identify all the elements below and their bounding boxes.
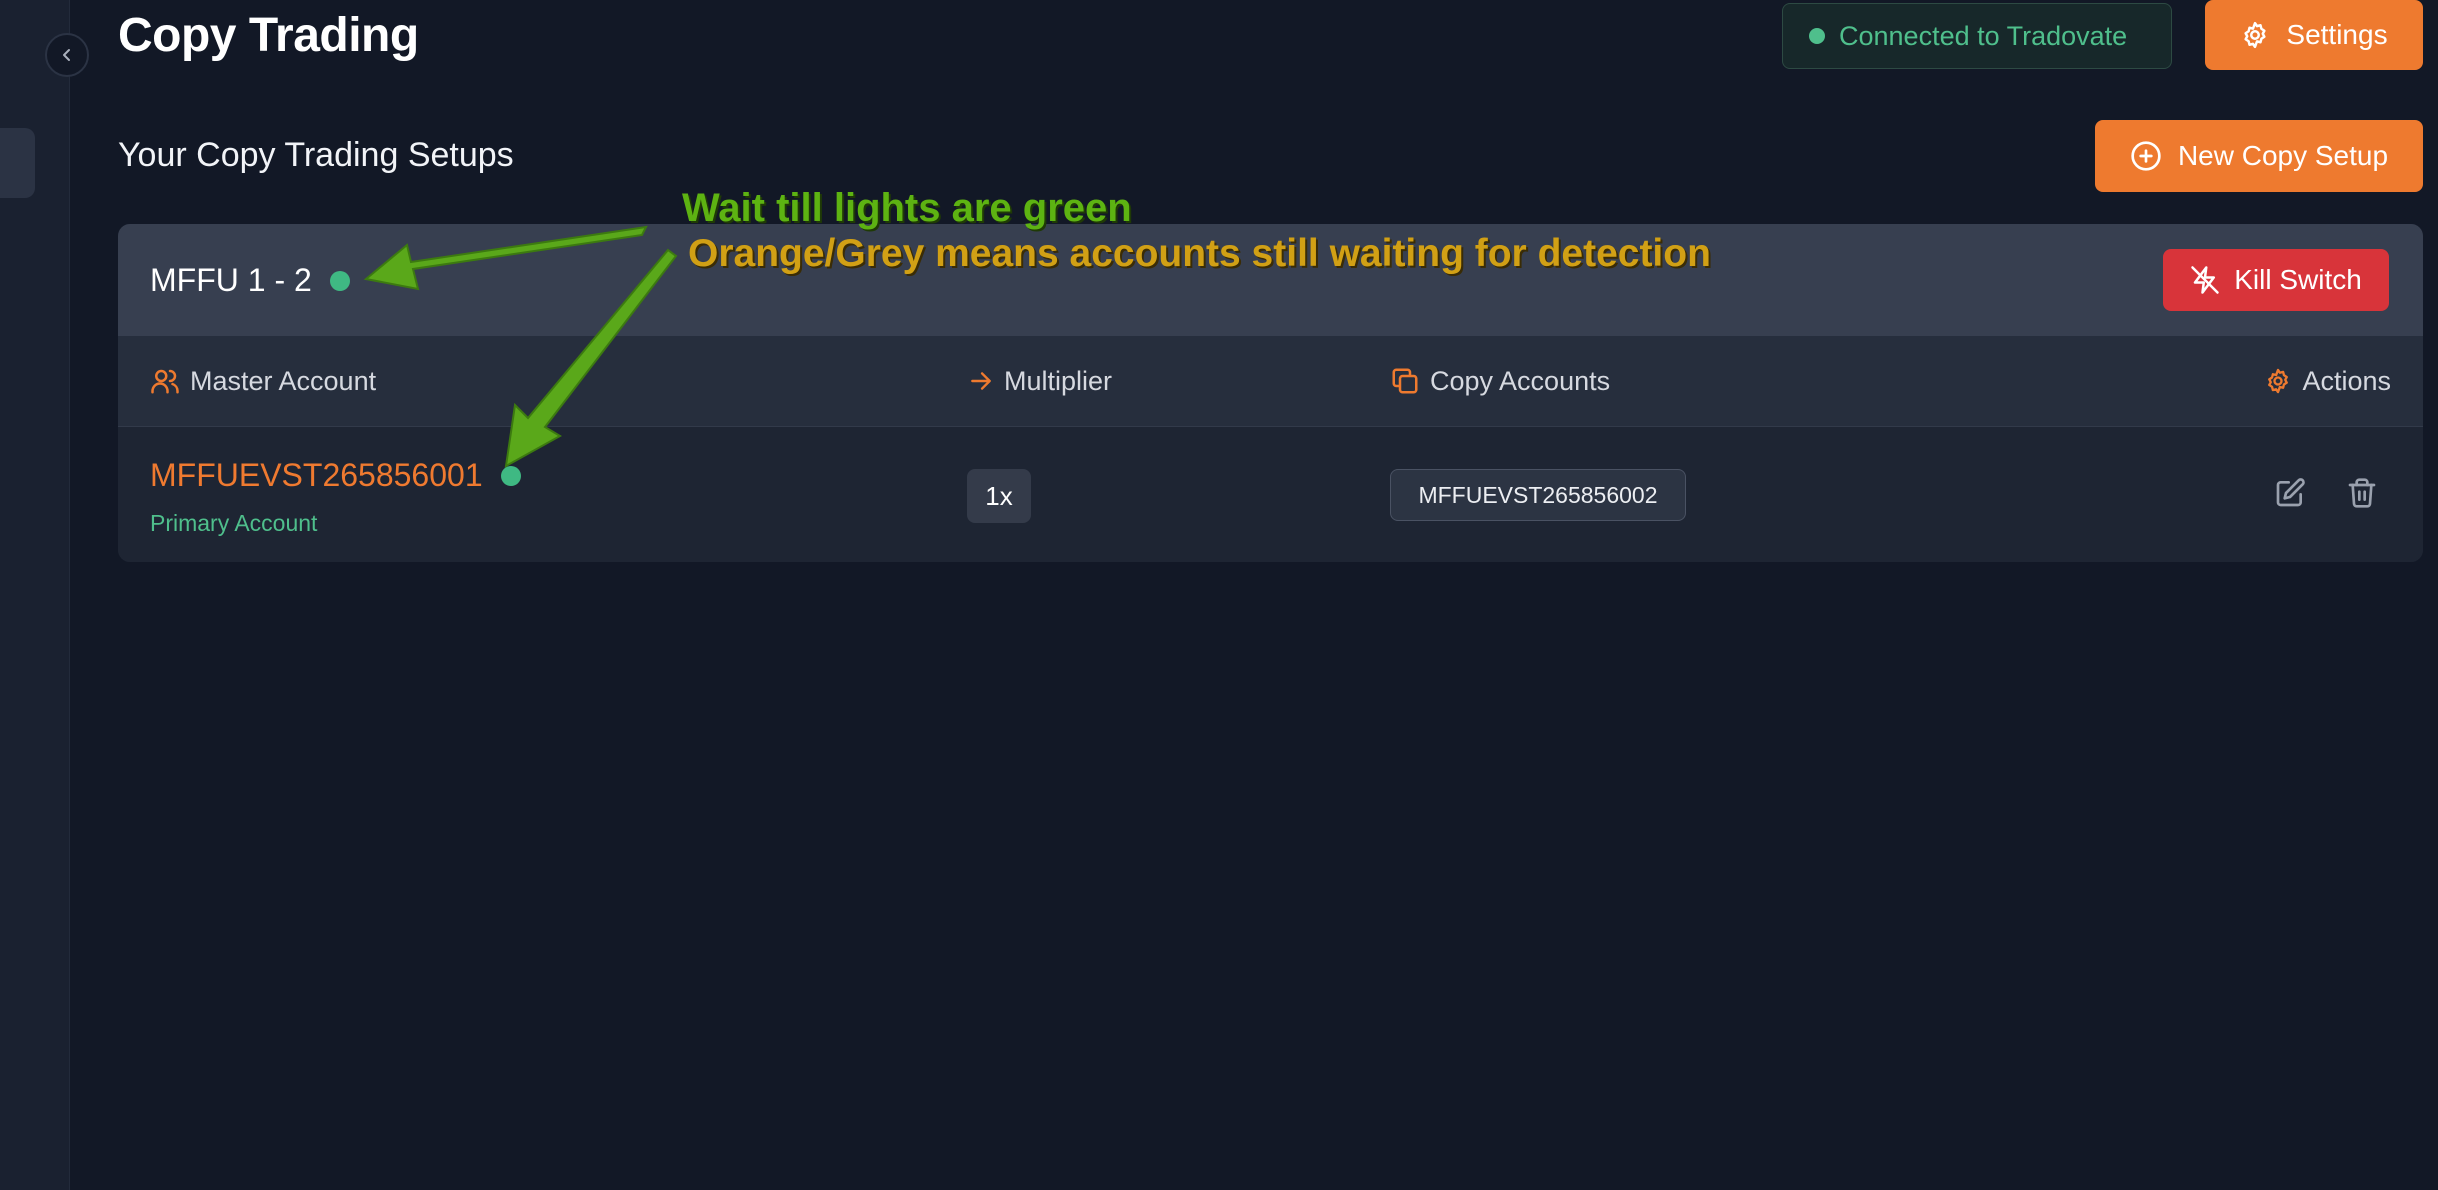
column-multiplier: Multiplier <box>968 336 1112 426</box>
edit-button[interactable] <box>2268 471 2312 515</box>
new-copy-setup-button[interactable]: New Copy Setup <box>2095 120 2423 192</box>
edit-icon <box>2276 478 2305 507</box>
gear-icon <box>2268 368 2289 394</box>
sidebar <box>0 0 70 1190</box>
table-row: MFFUEVST265856001 Primary Account 1x MFF… <box>118 427 2423 562</box>
column-multiplier-label: Multiplier <box>1004 365 1113 396</box>
arrow-right-icon <box>971 372 991 390</box>
kill-switch-label: Kill Switch <box>2234 264 2362 295</box>
column-copy-accounts: Copy Accounts <box>1390 336 1610 426</box>
table-header: Master Account Multiplier Copy Accounts … <box>118 336 2423 427</box>
section-title: Your Copy Trading Setups <box>118 136 514 174</box>
connection-status-badge: Connected to Tradovate <box>1782 3 2172 69</box>
master-status-dot <box>500 465 521 486</box>
column-master-label: Master Account <box>190 365 377 396</box>
delete-button[interactable] <box>2340 471 2384 515</box>
setup-status-dot <box>329 270 350 291</box>
gear-icon <box>2244 21 2267 49</box>
copy-account-badge: MFFUEVST265856002 <box>1390 469 1686 521</box>
users-icon <box>151 369 179 394</box>
multiplier-badge: 1x <box>967 469 1031 523</box>
copy-icon <box>1392 368 1418 394</box>
zap-off-icon <box>2191 266 2219 294</box>
setup-name: MFFU 1 - 2 <box>150 262 350 299</box>
annotation-text-orange: Orange/Grey means accounts still waiting… <box>688 232 1711 275</box>
column-actions-label: Actions <box>2302 365 2391 396</box>
chevron-left-icon <box>63 49 70 61</box>
status-dot <box>1809 28 1825 44</box>
new-copy-setup-label: New Copy Setup <box>2177 140 2389 171</box>
master-account-subtitle: Primary Account <box>150 510 318 536</box>
master-account-name: MFFUEVST265856001 <box>150 457 483 493</box>
setup-name-text: MFFU 1 - 2 <box>150 262 312 298</box>
sidebar-collapse-button[interactable] <box>45 33 89 77</box>
kill-switch-button[interactable]: Kill Switch <box>2163 249 2389 311</box>
page-title: Copy Trading <box>118 9 419 62</box>
annotation-text-green: Wait till lights are green <box>682 186 1132 230</box>
annotation-arrows <box>363 225 678 468</box>
plus-circle-icon <box>2131 141 2161 171</box>
connection-status-text: Connected to Tradovate <box>1839 20 2128 51</box>
column-master-account: Master Account <box>150 336 376 426</box>
settings-label: Settings <box>2286 19 2388 50</box>
settings-button[interactable]: Settings <box>2205 0 2423 70</box>
trash-icon <box>2348 478 2376 508</box>
master-account: MFFUEVST265856001 <box>150 457 521 494</box>
column-actions: Actions <box>2264 336 2391 426</box>
column-copy-label: Copy Accounts <box>1430 365 1611 396</box>
sidebar-item-active[interactable] <box>0 128 35 198</box>
